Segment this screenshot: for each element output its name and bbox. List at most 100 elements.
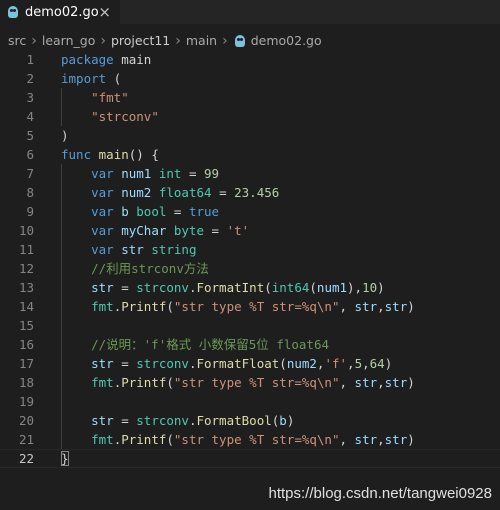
breadcrumb-item-learn-go[interactable]: learn_go (42, 33, 96, 48)
line-number: 11 (18, 242, 34, 257)
code-line[interactable]: 7 var num1 int = 99 (0, 164, 500, 183)
code-line[interactable]: 11 var str string (0, 240, 500, 259)
code-token: num2 (286, 356, 317, 371)
line-number: 5 (26, 128, 34, 143)
code-text: package main (61, 50, 151, 69)
code-token: int (158, 166, 182, 181)
code-token: num2 (121, 185, 152, 200)
code-token: () { (128, 147, 159, 162)
code-token: , (347, 356, 355, 371)
line-number: 3 (26, 90, 34, 105)
code-token: str (384, 375, 408, 390)
breadcrumb-item-src[interactable]: src (8, 33, 26, 48)
code-token: ) (384, 356, 393, 371)
code-text: str = strconv.FormatBool(b) (61, 411, 294, 430)
code-line[interactable]: 12 //利用strconv方法 (0, 259, 500, 278)
code-line[interactable]: 2 import ( (0, 69, 500, 88)
code-line[interactable]: 19 (0, 392, 500, 411)
code-token: b (121, 204, 129, 219)
code-token: Printf (121, 432, 167, 447)
gopher-icon (234, 34, 245, 47)
code-line[interactable]: 15 (0, 316, 500, 335)
code-line[interactable]: 4 "strconv" (0, 107, 500, 126)
code-token: 'f' (324, 356, 348, 371)
code-line[interactable]: 9 var b bool = true (0, 202, 500, 221)
breadcrumb-item-file[interactable]: demo02.go (251, 33, 322, 48)
code-token: ) (407, 375, 415, 390)
code-token: fmt (91, 299, 114, 314)
tab-demo02[interactable]: demo02.go × (0, 0, 120, 24)
code-token: fmt (91, 375, 114, 390)
code-token: num1 (316, 280, 348, 295)
code-token: str (91, 356, 114, 371)
code-line[interactable]: 20 str = strconv.FormatBool(b) (0, 411, 500, 430)
code-token: 10 (362, 280, 378, 295)
code-text: fmt.Printf("str type %T str=%q\n", str,s… (61, 430, 415, 449)
gopher-icon (8, 6, 18, 18)
code-line[interactable]: 17 str = strconv.FormatFloat(num2,'f',5,… (0, 354, 500, 373)
code-token: "fmt" (91, 90, 129, 105)
code-token: , (377, 299, 385, 314)
line-number: 16 (18, 337, 34, 352)
code-token: strconv (136, 413, 189, 428)
code-line[interactable]: 8 var num2 float64 = 23.456 (0, 183, 500, 202)
code-line[interactable]: 3 "fmt" (0, 88, 500, 107)
code-line[interactable]: 22} (0, 449, 500, 468)
code-token: var (91, 185, 114, 200)
breadcrumb-item-main[interactable]: main (186, 33, 217, 48)
code-line[interactable]: 13 str = strconv.FormatInt(int64(num1),1… (0, 278, 500, 297)
code-text: //说明：'f'格式 小数保留5位 float64 (61, 335, 329, 354)
code-token: Printf (121, 375, 167, 390)
code-line[interactable]: 16 //说明：'f'格式 小数保留5位 float64 (0, 335, 500, 354)
code-token: = (113, 413, 137, 428)
code-token: str (384, 299, 408, 314)
code-line[interactable]: 1 package main (0, 50, 500, 69)
line-number: 9 (26, 204, 34, 219)
code-token: byte (173, 223, 205, 238)
code-token: str (354, 299, 378, 314)
code-token: ( (106, 71, 122, 86)
code-editor[interactable]: 1 package main 2 import (3 "fmt" 4 "strconv"… (0, 50, 500, 470)
code-token: var (91, 204, 114, 219)
code-token: fmt (91, 432, 114, 447)
code-text: fmt.Printf("str type %T str=%q\n", str,s… (61, 297, 415, 316)
line-number: 18 (18, 375, 34, 390)
code-token: 64 (369, 356, 385, 371)
close-icon[interactable]: × (98, 3, 111, 21)
code-token: , (377, 432, 385, 447)
code-line[interactable]: 18 fmt.Printf("str type %T str=%q\n", st… (0, 373, 500, 392)
code-token: ), (347, 280, 363, 295)
code-line[interactable]: 6 func main() { (0, 145, 500, 164)
code-token: str (91, 280, 114, 295)
tab-bar: demo02.go × (0, 0, 500, 24)
breadcrumb-item-project11[interactable]: project11 (111, 33, 170, 48)
code-line[interactable]: 10 var myChar byte = 't' (0, 221, 500, 240)
code-line[interactable]: 14 fmt.Printf("str type %T str=%q\n", st… (0, 297, 500, 316)
line-number: 14 (18, 299, 34, 314)
code-token: int64 (271, 280, 310, 295)
code-token: = (181, 166, 205, 181)
code-line[interactable]: 5) (0, 126, 500, 145)
code-token: = (211, 185, 235, 200)
chevron-right-icon: › (175, 32, 181, 49)
code-token: 99 (204, 166, 220, 181)
code-text: ) (61, 126, 69, 145)
line-number: 10 (18, 223, 34, 238)
code-token: var (91, 166, 114, 181)
code-text: var num2 float64 = 23.456 (61, 183, 279, 202)
code-token: } (61, 451, 69, 466)
code-token: str (354, 432, 378, 447)
code-token: ) (407, 432, 415, 447)
code-token: myChar (121, 223, 167, 238)
code-token: "strconv" (91, 109, 159, 124)
code-line[interactable]: 21 fmt.Printf("str type %T str=%q\n", st… (0, 430, 500, 449)
